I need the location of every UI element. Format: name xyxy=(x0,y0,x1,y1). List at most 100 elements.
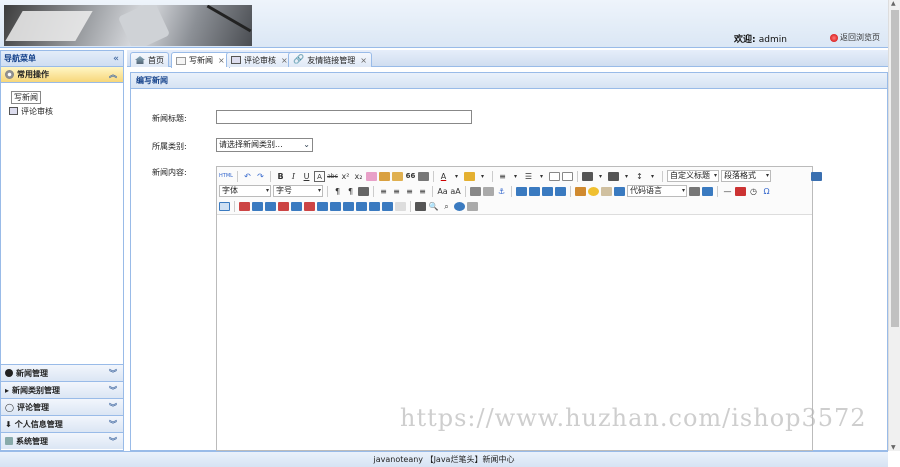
row-spacing-top-icon[interactable] xyxy=(582,171,593,181)
indent-icon[interactable] xyxy=(358,186,369,196)
image-none-icon[interactable] xyxy=(516,186,527,196)
tab-review-comments[interactable]: 评论审核 × xyxy=(226,52,293,67)
table-props-icon[interactable] xyxy=(395,201,406,211)
horizontal-rule-icon[interactable]: — xyxy=(722,186,733,197)
row-spacing-bottom-icon[interactable] xyxy=(608,171,619,181)
eraser-icon[interactable] xyxy=(366,171,377,181)
clear-doc-icon[interactable] xyxy=(562,171,573,181)
highlight-icon[interactable] xyxy=(464,171,475,181)
ordered-list-icon[interactable]: ≡ xyxy=(497,171,508,182)
merge-cells-icon[interactable] xyxy=(317,201,328,211)
image-left-icon[interactable] xyxy=(529,186,540,196)
image-right-icon[interactable] xyxy=(542,186,553,196)
align-justify-icon[interactable]: ≡ xyxy=(417,186,428,197)
close-icon[interactable]: × xyxy=(281,56,288,65)
dropdown-arrow-icon[interactable]: ▾ xyxy=(451,171,462,182)
dropdown-arrow-icon[interactable]: ▾ xyxy=(477,171,488,182)
image-center-icon[interactable] xyxy=(555,186,566,196)
undo-icon[interactable]: ↶ xyxy=(242,171,253,182)
close-icon[interactable]: × xyxy=(218,56,225,65)
strikethrough-icon[interactable]: abc xyxy=(327,171,338,182)
insert-video-icon[interactable] xyxy=(614,186,625,196)
font-color-button[interactable]: A xyxy=(438,171,449,182)
dropdown-arrow-icon[interactable]: ▾ xyxy=(647,171,658,182)
time-icon[interactable]: ◷ xyxy=(748,186,759,197)
link-icon[interactable] xyxy=(470,186,481,196)
sidebar-item-write-news[interactable]: 写新闻 xyxy=(9,90,115,104)
drafts-icon[interactable] xyxy=(467,201,478,211)
insert-row-icon[interactable] xyxy=(265,201,276,211)
delete-table-icon[interactable] xyxy=(239,201,250,211)
anchor-icon[interactable]: ⚓ xyxy=(496,186,507,197)
font-family-select[interactable]: 字体 ▾ xyxy=(219,185,271,197)
format-painter-icon[interactable] xyxy=(379,171,390,181)
scroll-up-icon[interactable]: ▲ xyxy=(891,0,896,7)
sidebar-item-review-comments[interactable]: 评论审核 xyxy=(9,105,115,117)
bold-button[interactable]: B xyxy=(275,171,286,182)
font-size-select[interactable]: 字号 ▾ xyxy=(273,185,323,197)
category-select[interactable]: 请选择新闻类别... ⌄ xyxy=(216,138,313,152)
accordion-common-ops[interactable]: 常用操作 ︽ xyxy=(1,67,123,83)
align-left-icon[interactable]: ≡ xyxy=(378,186,389,197)
special-chars-button[interactable]: Ω xyxy=(761,186,772,197)
custom-heading-select[interactable]: 自定义标题 ▾ xyxy=(667,170,719,182)
scrawl-icon[interactable] xyxy=(601,186,612,196)
unlink-icon[interactable] xyxy=(483,186,494,196)
insert-col-icon[interactable] xyxy=(291,201,302,211)
tab-friend-links[interactable]: 🔗 友情链接管理 × xyxy=(288,52,372,67)
dropdown-arrow-icon[interactable]: ▾ xyxy=(510,171,521,182)
emoticon-icon[interactable] xyxy=(588,186,599,196)
date-icon[interactable] xyxy=(735,186,746,196)
insert-image-icon[interactable] xyxy=(575,186,586,196)
news-title-input[interactable] xyxy=(216,110,472,124)
align-center-icon[interactable]: ≡ xyxy=(391,186,402,197)
accordion-profile-management[interactable]: ⬇ 个人信息管理 ︾ xyxy=(1,415,123,432)
quote-button[interactable]: 66 xyxy=(405,171,416,182)
to-lowercase-icon[interactable]: aA xyxy=(450,186,461,197)
accordion-system-management[interactable]: 系统管理 ︾ xyxy=(1,432,123,449)
line-height-icon[interactable]: ↕ xyxy=(634,171,645,182)
help-icon[interactable] xyxy=(454,201,465,211)
dropdown-arrow-icon[interactable]: ▾ xyxy=(536,171,547,182)
collapse-sidebar-icon[interactable]: « xyxy=(113,51,119,67)
underline-button[interactable]: U xyxy=(301,171,312,182)
close-icon[interactable]: × xyxy=(360,56,367,65)
search-replace-icon[interactable]: ⌕ xyxy=(441,201,452,212)
redo-icon[interactable]: ↷ xyxy=(255,171,266,182)
accordion-comment-management[interactable]: ◯ 评论管理 ︾ xyxy=(1,398,123,415)
back-to-browse-link[interactable]: 返回浏览页 xyxy=(830,32,880,43)
subscript-icon[interactable]: x₂ xyxy=(353,171,364,182)
split-rows-icon[interactable] xyxy=(369,201,380,211)
to-uppercase-icon[interactable]: Aa xyxy=(437,186,448,197)
select-all-icon[interactable] xyxy=(549,171,560,181)
merge-down-icon[interactable] xyxy=(343,201,354,211)
page-break-icon[interactable] xyxy=(689,186,700,196)
preview-icon[interactable]: 🔍 xyxy=(428,201,439,212)
print-icon[interactable] xyxy=(415,201,426,211)
dropdown-arrow-icon[interactable]: ▾ xyxy=(595,171,606,182)
accordion-category-management[interactable]: ▸ 新闻类别管理 ︾ xyxy=(1,381,123,398)
code-language-select[interactable]: 代码语言 ▾ xyxy=(627,185,687,197)
split-cells-icon[interactable] xyxy=(356,201,367,211)
delete-row-icon[interactable] xyxy=(278,201,289,211)
superscript-icon[interactable]: x² xyxy=(340,171,351,182)
rtl-icon[interactable]: ¶ xyxy=(345,186,356,197)
paragraph-format-select[interactable]: 段落格式 ▾ xyxy=(721,170,771,182)
delete-col-icon[interactable] xyxy=(304,201,315,211)
insert-frame-icon[interactable] xyxy=(702,186,713,196)
scrollbar-thumb[interactable] xyxy=(891,10,899,327)
scroll-down-icon[interactable]: ▼ xyxy=(891,444,896,451)
paste-plain-icon[interactable] xyxy=(418,171,429,181)
page-scrollbar[interactable]: ▲ ▼ xyxy=(888,0,900,451)
auto-format-icon[interactable] xyxy=(392,171,403,181)
fullscreen-icon[interactable] xyxy=(811,171,822,181)
font-border-icon[interactable]: A xyxy=(314,170,325,182)
insert-paragraph-before-table-icon[interactable] xyxy=(252,201,263,211)
insert-table-icon[interactable] xyxy=(219,201,230,211)
html-source-button[interactable]: HTML xyxy=(219,171,233,182)
ltr-icon[interactable]: ¶ xyxy=(332,186,343,197)
align-right-icon[interactable]: ≡ xyxy=(404,186,415,197)
tab-home[interactable]: 首页 xyxy=(130,52,169,67)
unordered-list-icon[interactable]: ☰ xyxy=(523,171,534,182)
tab-write-news[interactable]: 写新闻 × xyxy=(171,52,230,68)
